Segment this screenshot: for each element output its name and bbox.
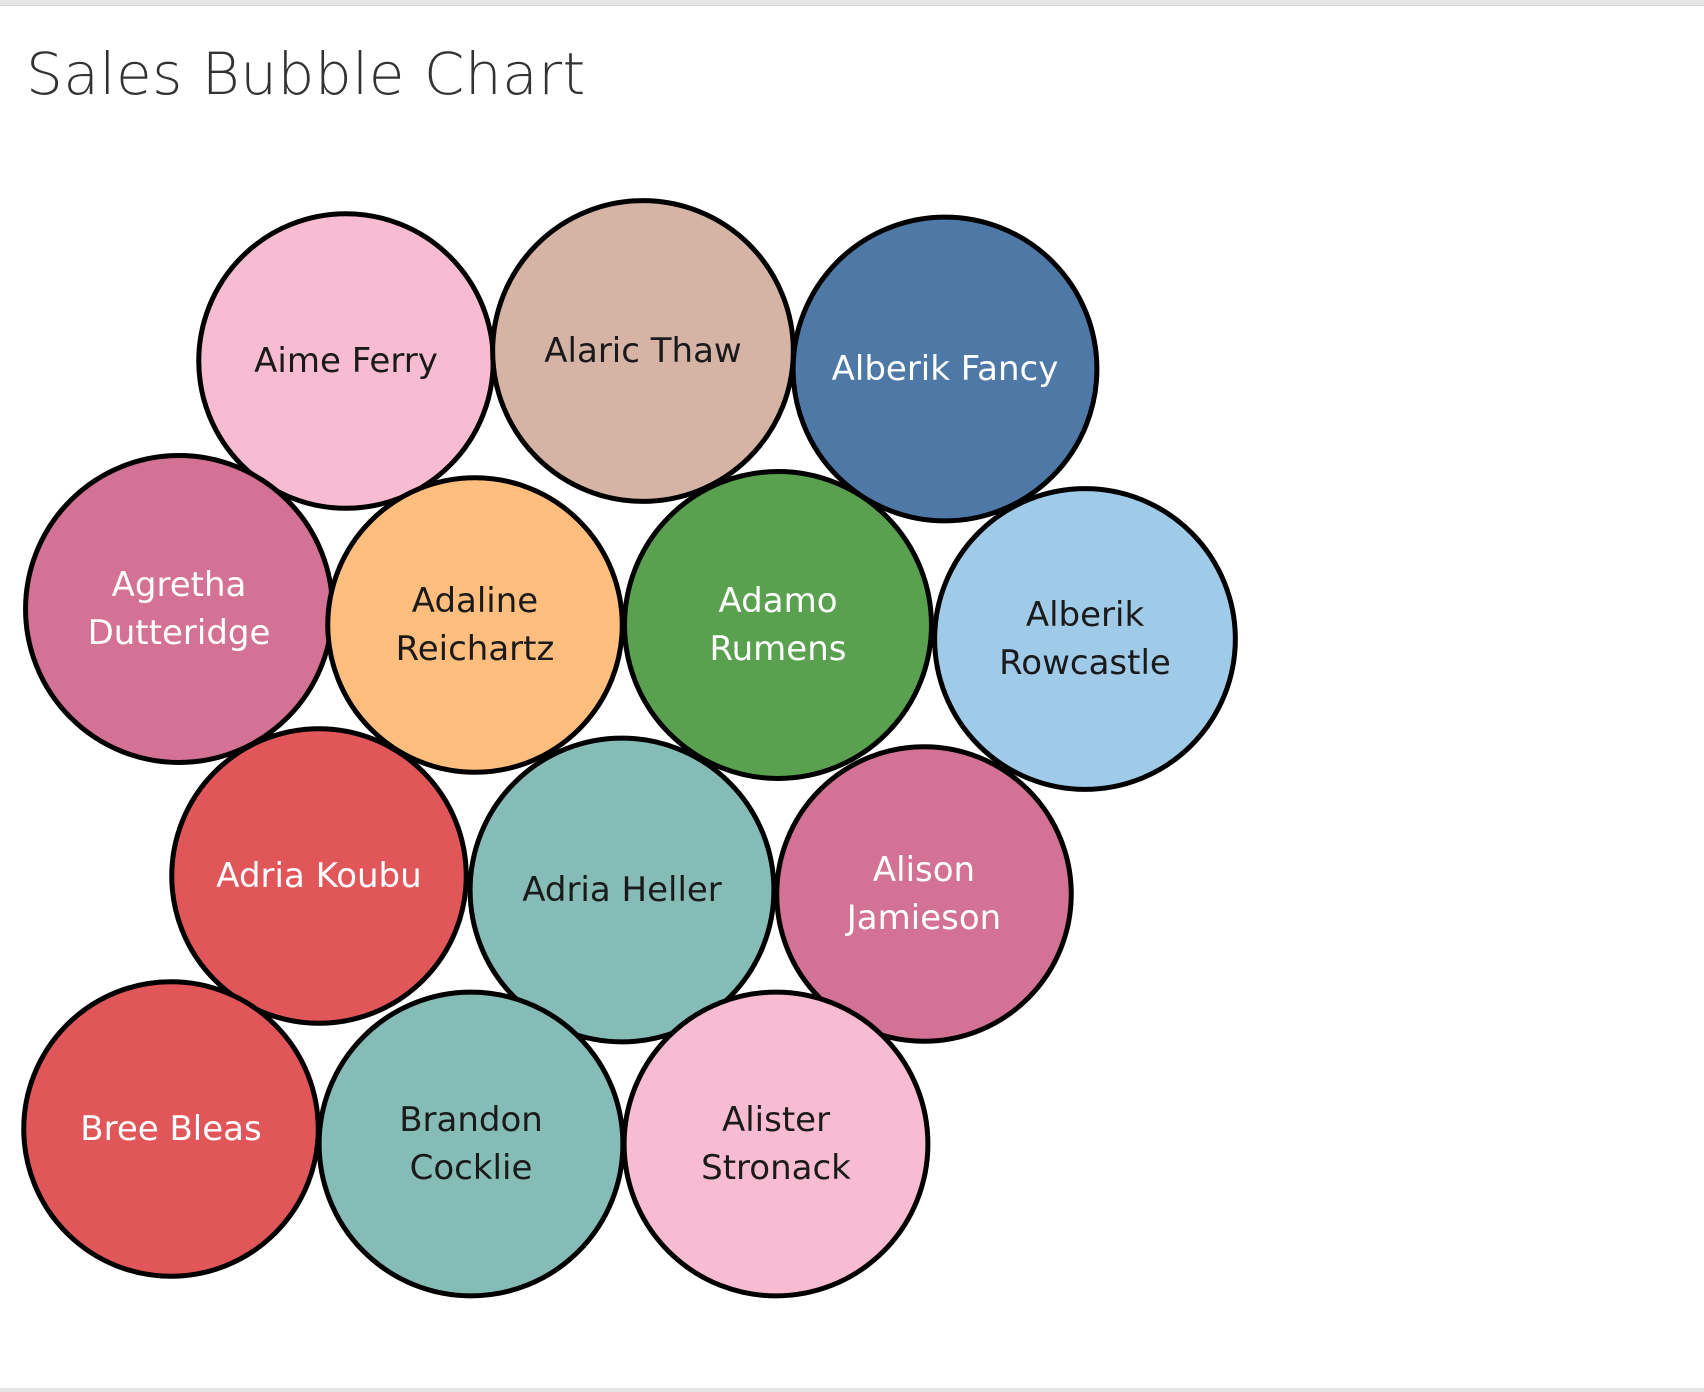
- bubble-label-line: Agretha: [112, 565, 247, 605]
- bubble-adria-koubu[interactable]: Adria Koubu: [169, 726, 469, 1026]
- bubble-label-line: Alison: [873, 850, 975, 890]
- bubble-label-line: Adria Heller: [522, 870, 722, 910]
- bubble-circle[interactable]: [621, 989, 931, 1299]
- bubble-label-line: Alberik Fancy: [832, 349, 1059, 389]
- bubble-label-line: Adamo: [719, 581, 838, 621]
- bubble-label-line: Brandon: [399, 1100, 543, 1140]
- bubble-label-line: Stronack: [701, 1148, 851, 1188]
- bubble-label: Alberik Fancy: [832, 349, 1059, 389]
- bubble-label-line: Alaric Thaw: [544, 331, 741, 371]
- bubble-agretha-dutteridge[interactable]: Agretha Dutteridge: [23, 453, 335, 765]
- bubble-circle[interactable]: [622, 469, 934, 781]
- bubble-alberik-rowcastle[interactable]: Alberik Rowcastle: [932, 486, 1238, 792]
- bubble-label: Alaric Thaw: [544, 331, 741, 371]
- bubble-adaline-reichartz[interactable]: Adaline Reichartz: [325, 475, 625, 775]
- bubble-aime-ferry[interactable]: Aime Ferry: [196, 211, 496, 511]
- bubble-label-line: Cocklie: [410, 1148, 533, 1188]
- bubble-alaric-thaw[interactable]: Alaric Thaw: [490, 198, 796, 504]
- bubble-chart: Aime Ferry Alaric Thaw Alberik Fancy Agreth…: [21, 198, 1238, 1299]
- bubble-circle[interactable]: [325, 475, 625, 775]
- bubble-alister-stronack[interactable]: Alister Stronack: [621, 989, 931, 1299]
- bubble-label-line: Aime Ferry: [254, 341, 438, 381]
- bubble-label: Adria Heller: [522, 870, 722, 910]
- bubble-label-line: Bree Bleas: [80, 1109, 261, 1149]
- bubble-label-line: Alister: [722, 1100, 830, 1140]
- bubble-label-line: Rowcastle: [999, 643, 1171, 683]
- bubble-circle[interactable]: [316, 989, 626, 1299]
- bubble-label-line: Reichartz: [396, 629, 555, 669]
- bubble-label: Adria Koubu: [216, 856, 421, 896]
- bubble-label-line: Adria Koubu: [216, 856, 421, 896]
- bubble-bree-bleas[interactable]: Bree Bleas: [21, 979, 321, 1279]
- bubble-label: Bree Bleas: [80, 1109, 261, 1149]
- bubble-circle[interactable]: [932, 486, 1238, 792]
- bubble-label-line: Jamieson: [845, 898, 1001, 938]
- bubble-label: Aime Ferry: [254, 341, 438, 381]
- bubble-circle[interactable]: [23, 453, 335, 765]
- bubble-alberik-fancy[interactable]: Alberik Fancy: [790, 214, 1100, 524]
- bubble-label-line: Alberik: [1026, 595, 1145, 635]
- bottom-border: [0, 1388, 1704, 1392]
- bubble-adamo-rumens[interactable]: Adamo Rumens: [622, 469, 934, 781]
- bubble-label-line: Dutteridge: [88, 613, 271, 653]
- bubble-brandon-cocklie[interactable]: Brandon Cocklie: [316, 989, 626, 1299]
- bubble-label-line: Adaline: [412, 581, 538, 621]
- bubble-label-line: Rumens: [710, 629, 847, 669]
